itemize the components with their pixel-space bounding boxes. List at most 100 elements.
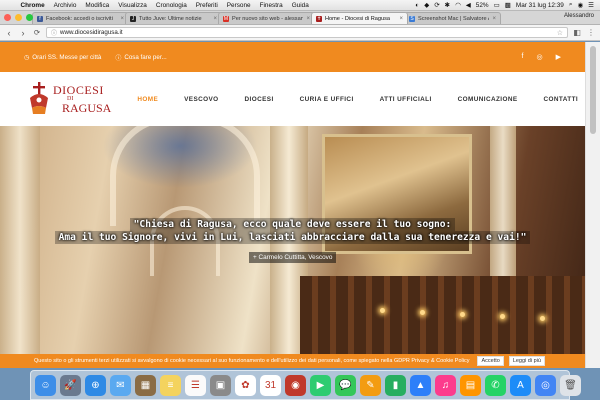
right-column (490, 126, 516, 286)
calendar-icon[interactable]: 31 (260, 374, 281, 396)
tab-title: Tutto Juve: Ultime notizie (139, 15, 202, 22)
flag-icon[interactable]: ▩ (505, 1, 511, 9)
dropbox-icon[interactable]: ◆ (424, 1, 429, 9)
preview-icon[interactable]: ▦ (135, 374, 156, 396)
macos-dock: ☺ 🚀 ⊕ ✉ ▦ ≡ ☰ ▣ ✿ 31 ◉ ▶ 💬 ✎ ▮ ▲ ♫ ▤ ✆ A ◎ 🗑 (30, 370, 581, 400)
page-scrollbar[interactable] (585, 42, 600, 368)
launchpad-icon[interactable]: 🚀 (60, 374, 81, 396)
page-info-icon[interactable]: ⓘ (51, 28, 57, 37)
tab-close-icon[interactable]: × (306, 16, 310, 22)
bluetooth-icon[interactable]: ✱ (445, 1, 450, 9)
what-to-do-link[interactable]: ⓘ Cosa fare per... (115, 53, 166, 62)
forward-button[interactable]: › (18, 28, 28, 38)
books-icon[interactable]: ▤ (460, 374, 481, 396)
facetime-icon[interactable]: ▶ (310, 374, 331, 396)
reminders-icon[interactable]: ☰ (185, 374, 206, 396)
address-bar[interactable]: ⓘ www.diocesidiragusa.it ☆ (46, 27, 568, 38)
tab-title: Per nuovo sito web - alessan (232, 15, 304, 22)
tab-close-icon[interactable]: × (399, 16, 403, 22)
nav-vescovo[interactable]: VESCOVO (184, 96, 218, 103)
zoom-window-button[interactable] (26, 14, 33, 21)
menu-persone[interactable]: Persone (222, 2, 255, 9)
spotlight-icon[interactable]: ⌕ (569, 1, 573, 9)
close-window-button[interactable] (4, 14, 11, 21)
photo-booth-icon[interactable]: ◉ (285, 374, 306, 396)
facebook-icon[interactable]: f (522, 53, 524, 61)
itunes-icon[interactable]: ♫ (435, 374, 456, 396)
messages-icon[interactable]: 💬 (335, 374, 356, 396)
notification-center-icon[interactable]: ☰ (588, 1, 594, 9)
app-store-icon[interactable]: A (510, 374, 531, 396)
browser-tab[interactable]: f Facebook: accedi o iscriviti × (32, 12, 129, 24)
photos-icon[interactable]: ✿ (235, 374, 256, 396)
menu-guida[interactable]: Guida (287, 2, 313, 9)
keynote-icon[interactable]: ▲ (410, 374, 431, 396)
tab-favicon-icon: f (37, 15, 43, 22)
site-header: DIOCESI DI RAGUSA HOME VESCOVO DIOCESI C… (0, 72, 597, 126)
safari-icon[interactable]: ⊕ (85, 374, 106, 396)
instagram-icon[interactable]: ◎ (537, 53, 543, 61)
extension-icon[interactable]: ◧ (572, 28, 582, 37)
lamp-light (500, 314, 505, 319)
reload-icon[interactable]: ⟳ (32, 28, 42, 37)
chrome-profile-name[interactable]: Alessandro (564, 13, 594, 19)
cookie-read-more-button[interactable]: Leggi di più (508, 356, 545, 366)
url-text[interactable]: www.diocesidiragusa.it (60, 29, 123, 36)
menu-modifica[interactable]: Modifica (81, 2, 114, 9)
chrome-menu-icon[interactable]: ⋮ (586, 28, 596, 37)
browser-tab[interactable]: S Screenshot Mac | Salvatore Ar × (404, 12, 501, 24)
youtube-icon[interactable]: ▶ (556, 53, 561, 61)
pages-icon[interactable]: ✎ (360, 374, 381, 396)
tab-title: Screenshot Mac | Salvatore Ar (418, 15, 490, 22)
nav-curia-uffici[interactable]: CURIA E UFFICI (300, 96, 354, 103)
whatsapp-icon[interactable]: ✆ (485, 374, 506, 396)
what-to-do-label: Cosa fare per... (124, 53, 167, 61)
trash-icon[interactable]: 🗑 (560, 374, 581, 396)
browser-tab[interactable]: M Per nuovo sito web - alessan × (218, 12, 315, 24)
tab-close-icon[interactable]: × (492, 16, 496, 22)
nav-home[interactable]: HOME (137, 96, 158, 103)
hero-quote: "Chiesa di Ragusa, ecco quale deve esser… (0, 218, 585, 244)
hero-quote-line-2: Ama il tuo Signore, vivi in Lui, lasciat… (54, 231, 531, 244)
nav-contatti[interactable]: CONTATTI (544, 96, 579, 103)
menu-archivio[interactable]: Archivio (49, 2, 81, 9)
nav-diocesi[interactable]: DIOCESI (245, 96, 274, 103)
bookmark-star-icon[interactable]: ☆ (557, 29, 563, 37)
status-app-icon[interactable]: ◐ (415, 2, 419, 9)
logo-line-3: RAGUSA (62, 101, 112, 115)
menu-finestra[interactable]: Finestra (255, 2, 287, 9)
back-button[interactable]: ‹ (4, 28, 14, 38)
nav-comunicazione[interactable]: COMUNICAZIONE (458, 96, 518, 103)
menubar-datetime[interactable]: Mar 31 lug 12:39 (516, 2, 564, 9)
browser-tab[interactable]: J Tutto Juve: Ultime notizie × (125, 12, 222, 24)
mass-times-link[interactable]: ◷ Orari SS. Messe per città (24, 54, 101, 61)
menu-app-name[interactable]: Chrome (16, 2, 49, 9)
diocese-logo[interactable]: DIOCESI DI RAGUSA (28, 80, 111, 118)
tab-close-icon[interactable]: × (213, 16, 217, 22)
tab-close-icon[interactable]: × (120, 16, 124, 22)
finder-icon[interactable]: ☺ (35, 374, 56, 396)
browser-tab[interactable]: ✝ Home - Diocesi di Ragusa × (311, 12, 408, 24)
battery-percent[interactable]: 52% (476, 2, 489, 9)
lamp-light (380, 308, 385, 313)
chrome-icon[interactable]: ◎ (535, 374, 556, 396)
battery-icon: ▭ (493, 2, 500, 9)
photos-app-icon[interactable]: ▣ (210, 374, 231, 396)
cookie-accept-button[interactable]: Accetto (477, 356, 504, 366)
mail-icon[interactable]: ✉ (110, 374, 131, 396)
wifi-icon[interactable]: ◠ (455, 1, 461, 9)
menu-cronologia[interactable]: Cronologia (151, 2, 191, 9)
numbers-icon[interactable]: ▮ (385, 374, 406, 396)
siri-icon[interactable]: ◉ (578, 1, 584, 9)
nav-atti-ufficiali[interactable]: ATTI UFFICIALI (380, 96, 432, 103)
menu-preferiti[interactable]: Preferiti (191, 2, 222, 9)
sync-icon[interactable]: ⟳ (434, 1, 439, 9)
hero-banner: "Chiesa di Ragusa, ecco quale deve esser… (0, 126, 585, 354)
notes-icon[interactable]: ≡ (160, 374, 181, 396)
info-icon: ⓘ (115, 55, 122, 62)
menu-visualizza[interactable]: Visualizza (114, 2, 152, 9)
volume-icon[interactable]: ◀ (466, 1, 471, 9)
minimize-window-button[interactable] (15, 14, 22, 21)
site-top-bar: ◷ Orari SS. Messe per città ⓘ Cosa fare … (0, 42, 585, 72)
scrollbar-thumb[interactable] (590, 46, 596, 134)
